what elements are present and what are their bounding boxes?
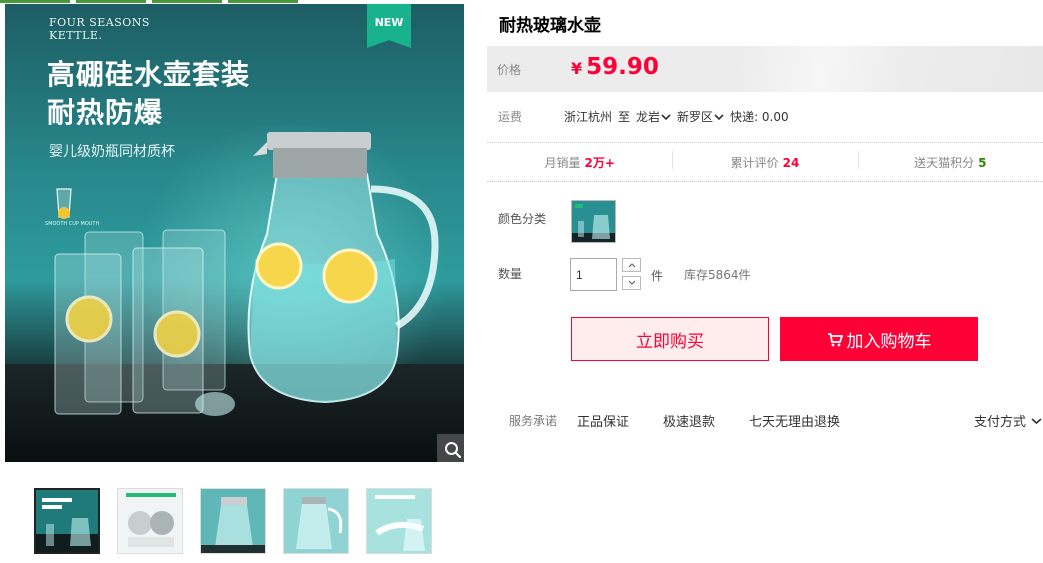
thumbnail-3[interactable] (200, 488, 266, 554)
city-select[interactable]: 龙岩 (636, 108, 671, 125)
shipping-row: 运费 浙江杭州 至 龙岩 新罗区 快递: 0.00 (498, 108, 795, 125)
chevron-down-icon (1031, 417, 1042, 424)
shipping-from: 浙江杭州 (564, 110, 613, 124)
quantity-input[interactable] (570, 258, 617, 291)
buy-now-button[interactable]: 立即购买 (571, 317, 769, 361)
shipping-label: 运费 (498, 110, 523, 124)
district-select[interactable]: 新罗区 (677, 108, 724, 125)
price-label: 价格 (497, 63, 522, 77)
quantity-increase-button[interactable] (622, 258, 641, 272)
price-box: 价格 ¥59.90 (487, 46, 1043, 92)
service-item[interactable]: 七天无理由退换 (749, 411, 840, 430)
monthly-sales: 月销量 2万+ (544, 155, 615, 170)
chevron-down-icon (714, 113, 724, 120)
zoom-icon (445, 442, 462, 459)
arrow-up-icon (628, 263, 635, 268)
kettle-illustration (54, 132, 439, 416)
service-item[interactable]: 正品保证 (577, 411, 629, 430)
reviews-count[interactable]: 累计评价 24 (672, 150, 857, 171)
shipping-to-word: 至 (618, 110, 631, 124)
service-promises: 服务承诺 正品保证 极速退款 七天无理由退换 (509, 411, 874, 430)
color-option-swatch[interactable] (571, 200, 616, 243)
service-label: 服务承诺 (509, 414, 558, 428)
product-title: 耐热玻璃水壶 (499, 16, 601, 36)
tmall-points: 送天猫积分 5 (857, 150, 1043, 171)
quantity-unit: 件 (651, 269, 664, 283)
quantity-label: 数量 (498, 267, 523, 281)
shipping-fee: 快递: 0.00 (730, 110, 789, 124)
thumbnail-2[interactable] (117, 488, 183, 554)
payment-methods-dropdown[interactable]: 支付方式 (974, 411, 1042, 430)
color-label: 颜色分类 (498, 212, 547, 226)
zoom-button[interactable] (437, 434, 464, 462)
add-to-cart-button[interactable]: 加入购物车 (780, 317, 978, 361)
chevron-down-icon (661, 113, 671, 120)
main-product-image[interactable]: FOUR SEASONS KETTLE. NEW 高硼硅水壶套装 耐热防爆 婴儿… (5, 4, 464, 462)
thumbnail-1[interactable] (34, 488, 100, 554)
cart-icon (827, 332, 843, 346)
quantity-decrease-button[interactable] (622, 276, 641, 290)
top-decor-strip (0, 0, 320, 3)
price-value: ¥59.90 (571, 54, 659, 80)
stock-count: 库存5864件 (684, 268, 751, 282)
service-item[interactable]: 极速退款 (663, 411, 715, 430)
thumbnail-strip (34, 488, 432, 554)
thumbnail-4[interactable] (283, 488, 349, 554)
arrow-down-icon (628, 280, 635, 285)
thumbnail-5[interactable] (366, 488, 432, 554)
sales-stats: 月销量 2万+ 累计评价 24 送天猫积分 5 (487, 142, 1043, 182)
add-to-cart-label: 加入购物车 (846, 331, 932, 352)
